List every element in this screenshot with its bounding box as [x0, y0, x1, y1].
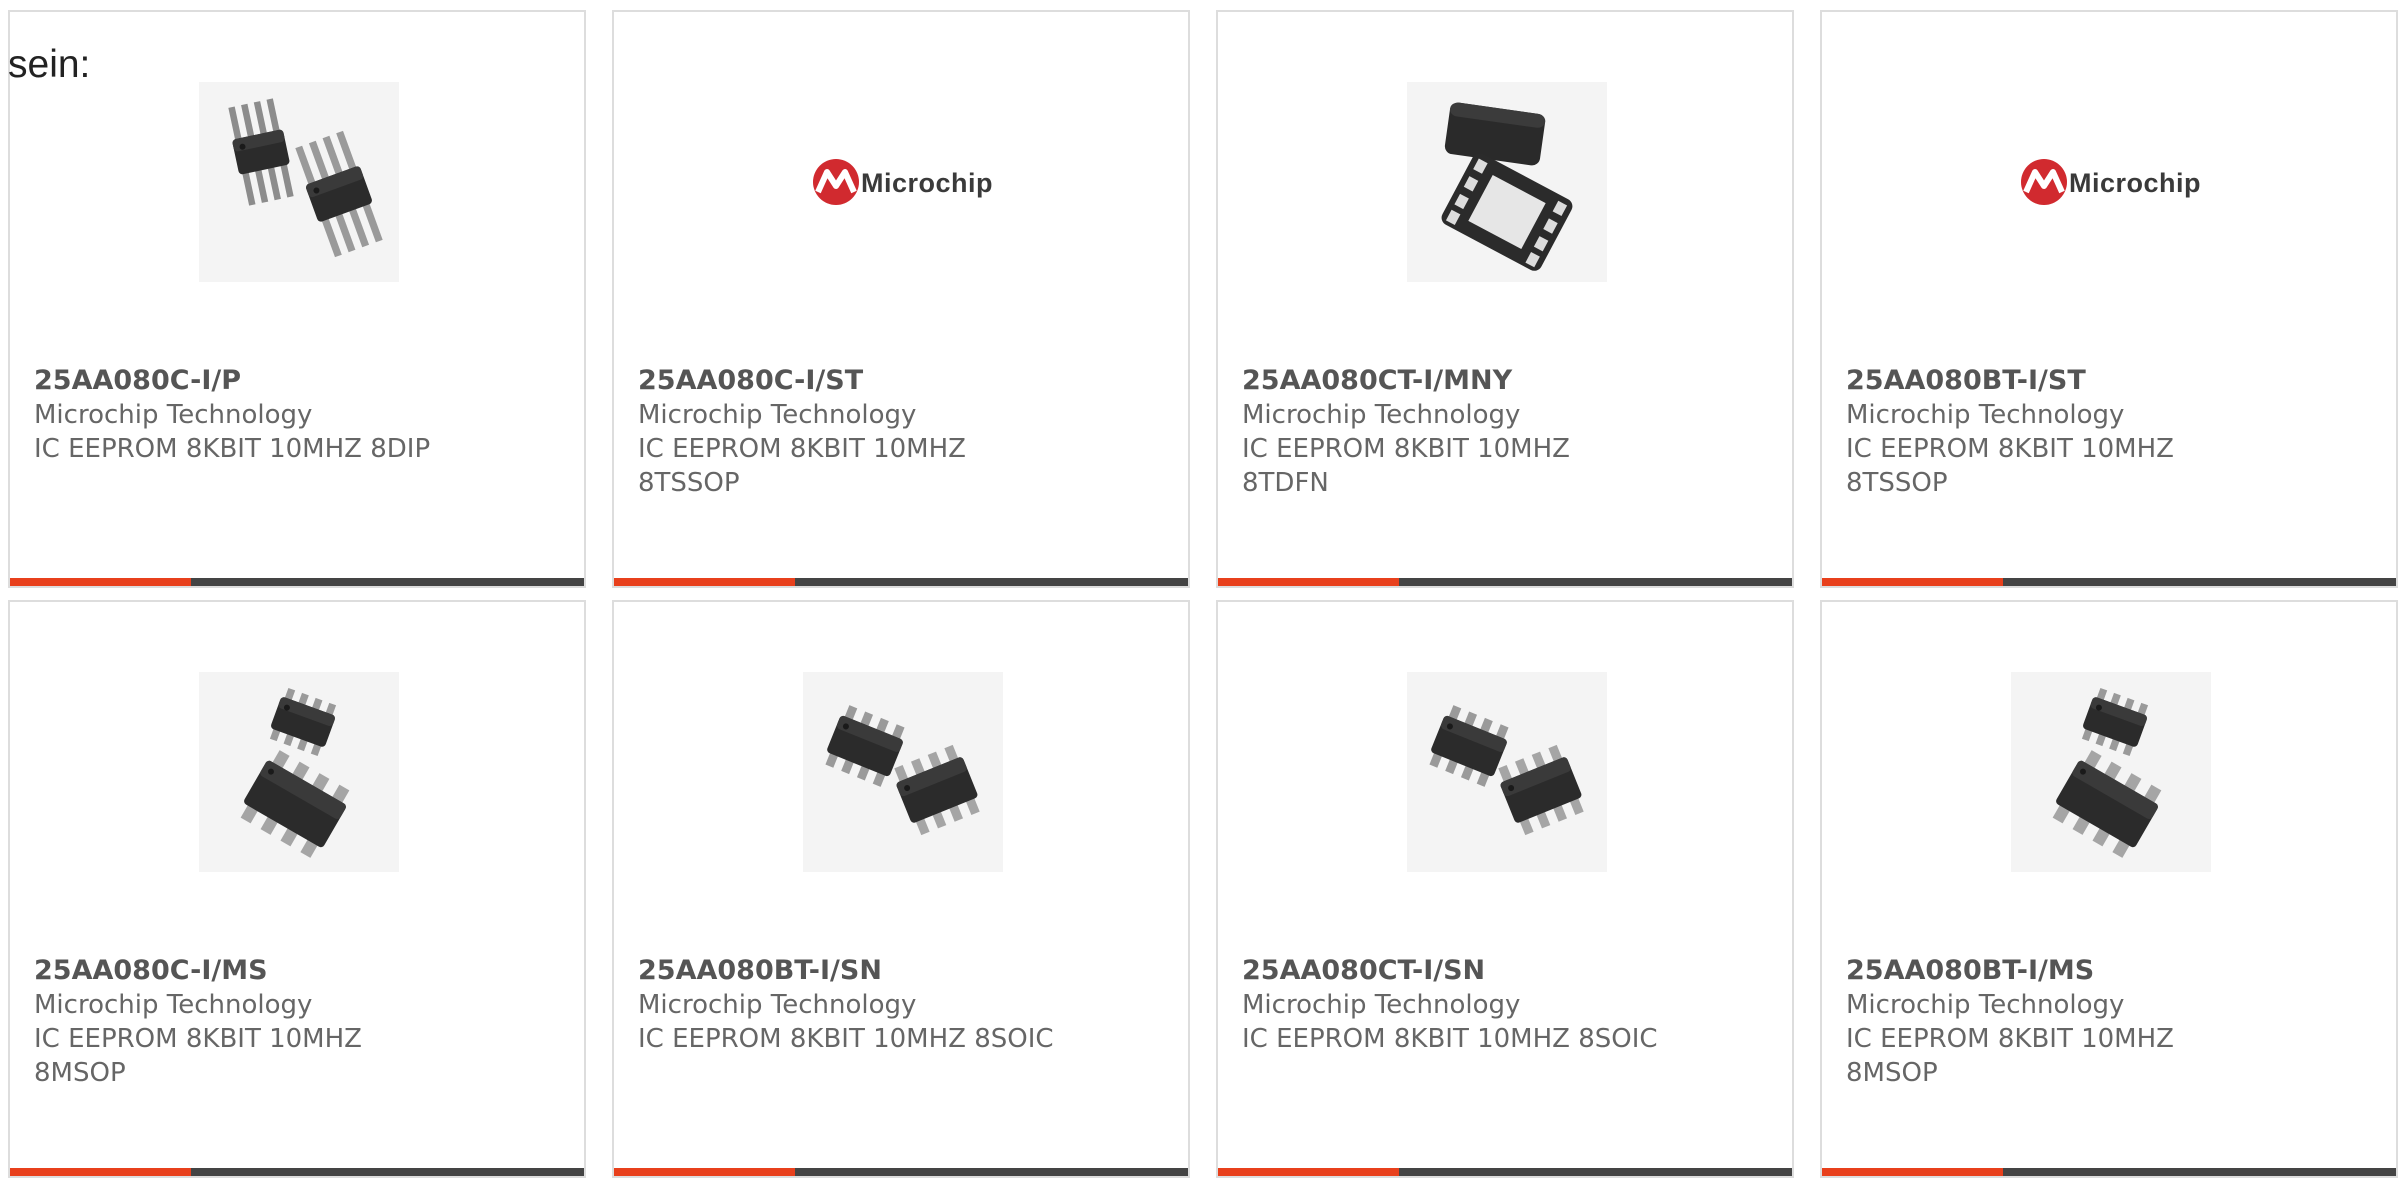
- card-accent-bar: [614, 578, 795, 586]
- product-description: IC EEPROM 8KBIT 10MHZ 8TDFN: [1242, 434, 1570, 498]
- svg-text:Microchip: Microchip: [861, 168, 993, 198]
- part-number-link[interactable]: 25AA080BT-I/SN: [638, 954, 1148, 988]
- product-card[interactable]: 25AA080C-I/P Microchip Technology IC EEP…: [8, 10, 586, 588]
- product-info: 25AA080CT-I/MNY Microchip Technology IC …: [1242, 364, 1752, 500]
- card-accent-bar: [10, 1168, 191, 1176]
- card-accent-bar: [1218, 1168, 1399, 1176]
- card-accent-bar: [10, 578, 191, 586]
- product-card[interactable]: Microchip 25AA080C-I/ST Microchip Techno…: [612, 10, 1190, 588]
- card-accent-bar: [1822, 578, 2003, 586]
- part-number-link[interactable]: 25AA080C-I/ST: [638, 364, 1148, 398]
- manufacturer-label: Microchip Technology: [1846, 990, 2125, 1020]
- part-number-link[interactable]: 25AA080BT-I/ST: [1846, 364, 2356, 398]
- manufacturer-label: Microchip Technology: [638, 400, 917, 430]
- card-bottom-bar: [614, 1168, 1188, 1176]
- card-bottom-bar: [1218, 578, 1792, 586]
- part-number-link[interactable]: 25AA080BT-I/MS: [1846, 954, 2356, 988]
- product-info: 25AA080BT-I/SN Microchip Technology IC E…: [638, 954, 1148, 1056]
- card-bottom-bar: [614, 578, 1188, 586]
- soic-package-icon: [825, 705, 980, 836]
- manufacturer-label: Microchip Technology: [1242, 990, 1521, 1020]
- product-info: 25AA080C-I/MS Microchip Technology IC EE…: [34, 954, 544, 1090]
- product-card[interactable]: Microchip 25AA080BT-I/ST Microchip Techn…: [1820, 10, 2398, 588]
- card-accent-bar: [614, 1168, 795, 1176]
- product-image[interactable]: [199, 82, 399, 282]
- card-bottom-bar: [1218, 1168, 1792, 1176]
- dip-8-package-icon: [228, 98, 383, 258]
- microchip-logo: Microchip: [813, 159, 993, 205]
- card-accent-bar: [1822, 1168, 2003, 1176]
- product-card[interactable]: 25AA080BT-I/SN Microchip Technology IC E…: [612, 600, 1190, 1178]
- part-number-link[interactable]: 25AA080C-I/P: [34, 364, 544, 398]
- product-info: 25AA080CT-I/SN Microchip Technology IC E…: [1242, 954, 1752, 1056]
- intro-text: sein:: [8, 43, 91, 86]
- product-description: IC EEPROM 8KBIT 10MHZ 8SOIC: [1242, 1024, 1658, 1054]
- card-accent-bar: [1218, 578, 1399, 586]
- manufacturer-label: Microchip Technology: [1846, 400, 2125, 430]
- product-info: 25AA080C-I/P Microchip Technology IC EEP…: [34, 364, 544, 466]
- product-description: IC EEPROM 8KBIT 10MHZ 8TSSOP: [1846, 434, 2174, 498]
- product-card[interactable]: 25AA080C-I/MS Microchip Technology IC EE…: [8, 600, 586, 1178]
- product-description: IC EEPROM 8KBIT 10MHZ 8SOIC: [638, 1024, 1054, 1054]
- card-bottom-bar: [1822, 1168, 2396, 1176]
- part-number-link[interactable]: 25AA080CT-I/MNY: [1242, 364, 1752, 398]
- part-number-link[interactable]: 25AA080C-I/MS: [34, 954, 544, 988]
- soic-package-icon: [1429, 705, 1584, 836]
- product-image[interactable]: [2011, 672, 2211, 872]
- msop-package-icon: [240, 687, 350, 858]
- microchip-logo: Microchip: [2021, 159, 2201, 205]
- card-bottom-bar: [10, 1168, 584, 1176]
- product-info: 25AA080BT-I/MS Microchip Technology IC E…: [1846, 954, 2356, 1090]
- product-image[interactable]: Microchip: [2011, 82, 2211, 282]
- manufacturer-label: Microchip Technology: [638, 990, 917, 1020]
- product-image[interactable]: [199, 672, 399, 872]
- product-info: 25AA080BT-I/ST Microchip Technology IC E…: [1846, 364, 2356, 500]
- product-image[interactable]: Microchip: [803, 82, 1003, 282]
- product-card[interactable]: 25AA080CT-I/MNY Microchip Technology IC …: [1216, 10, 1794, 588]
- manufacturer-label: Microchip Technology: [1242, 400, 1521, 430]
- manufacturer-label: Microchip Technology: [34, 990, 313, 1020]
- product-card[interactable]: 25AA080BT-I/MS Microchip Technology IC E…: [1820, 600, 2398, 1178]
- product-image[interactable]: [1407, 82, 1607, 282]
- product-description: IC EEPROM 8KBIT 10MHZ 8MSOP: [34, 1024, 362, 1088]
- product-card[interactable]: 25AA080CT-I/SN Microchip Technology IC E…: [1216, 600, 1794, 1178]
- manufacturer-label: Microchip Technology: [34, 400, 313, 430]
- product-description: IC EEPROM 8KBIT 10MHZ 8DIP: [34, 434, 431, 464]
- product-image[interactable]: [803, 672, 1003, 872]
- tdfn-package-icon: [1441, 102, 1573, 271]
- product-image[interactable]: [1407, 672, 1607, 872]
- svg-text:Microchip: Microchip: [2069, 168, 2201, 198]
- product-info: 25AA080C-I/ST Microchip Technology IC EE…: [638, 364, 1148, 500]
- card-bottom-bar: [10, 578, 584, 586]
- part-number-link[interactable]: 25AA080CT-I/SN: [1242, 954, 1752, 988]
- product-description: IC EEPROM 8KBIT 10MHZ 8MSOP: [1846, 1024, 2174, 1088]
- msop-package-icon: [2052, 687, 2162, 858]
- card-bottom-bar: [1822, 578, 2396, 586]
- product-description: IC EEPROM 8KBIT 10MHZ 8TSSOP: [638, 434, 966, 498]
